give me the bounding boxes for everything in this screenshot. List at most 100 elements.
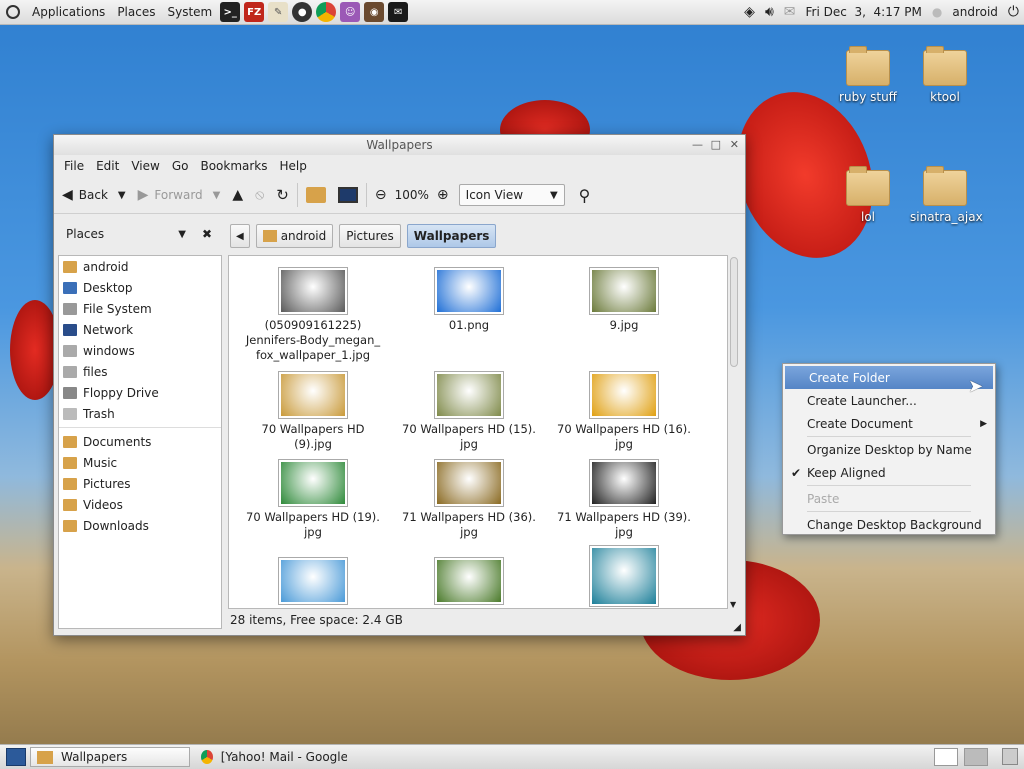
menu-item-create-folder[interactable]: Create Folder	[785, 366, 993, 389]
system-menu[interactable]: System	[161, 5, 218, 19]
file-item[interactable]	[554, 546, 694, 608]
terminal-icon[interactable]: >_	[220, 2, 241, 22]
taskbar-item-chrome[interactable]: [Yahoo! Mail - Google C...	[194, 747, 354, 767]
sidebar-item-documents[interactable]: Documents	[59, 431, 221, 452]
breadcrumb-wallpapers[interactable]: Wallpapers	[406, 224, 497, 248]
sidebar-item-files[interactable]: files	[59, 361, 221, 382]
file-item[interactable]: 70 Wallpapers HD (15). jpg	[399, 372, 539, 452]
sidebar-item-trash[interactable]: Trash	[59, 403, 221, 424]
show-desktop-icon[interactable]	[6, 748, 26, 766]
filezilla-icon[interactable]: FZ	[244, 2, 265, 22]
file-item[interactable]: (050909161225) Jennifers-Body_megan_ fox…	[243, 268, 383, 363]
workspace-2[interactable]	[964, 748, 988, 766]
folder-icon	[846, 166, 890, 206]
file-item[interactable]: 71 Wallpapers HD (36). jpg	[399, 460, 539, 540]
sidebar-item-label: Videos	[83, 497, 123, 512]
file-item[interactable]: 71 Wallpapers HD (39). jpg	[554, 460, 694, 540]
sidebar-item-android[interactable]: android	[59, 256, 221, 277]
zoom-in-icon[interactable]: ⊕	[437, 187, 449, 203]
chevron-down-icon[interactable]: ▼	[178, 229, 186, 240]
close-sidebar-icon[interactable]: ✖	[202, 227, 212, 241]
desktop-folder[interactable]: ruby stuff	[833, 46, 903, 104]
forward-history-chevron-icon[interactable]: ▼	[213, 190, 221, 201]
distro-logo-icon[interactable]	[6, 5, 20, 19]
xchat-icon[interactable]: ✉	[388, 2, 409, 22]
menu-edit[interactable]: Edit	[90, 159, 125, 173]
menu-item-create-launcher[interactable]: Create Launcher...	[783, 389, 995, 412]
desktop-folder[interactable]: ktool	[910, 46, 980, 104]
applications-menu[interactable]: Applications	[26, 5, 111, 19]
file-item[interactable]: 9.jpg	[554, 268, 694, 333]
forward-button[interactable]: ▶ Forward	[138, 187, 203, 203]
sidebar-item-desktop[interactable]: Desktop	[59, 277, 221, 298]
user-name[interactable]: android	[952, 5, 998, 19]
menu-go[interactable]: Go	[166, 159, 195, 173]
breadcrumb-pictures[interactable]: Pictures	[339, 224, 401, 248]
chat-icon[interactable]: ☺	[340, 2, 361, 22]
file-item[interactable]: 70 Wallpapers HD (9).jpg	[243, 372, 383, 452]
zoom-level[interactable]: 100%	[395, 188, 429, 202]
camera-icon[interactable]: ◉	[364, 2, 385, 22]
menu-help[interactable]: Help	[274, 159, 313, 173]
menu-view[interactable]: View	[125, 159, 165, 173]
view-mode-select[interactable]: Icon View ▼	[458, 184, 565, 206]
network-icon[interactable]: ◈	[744, 4, 755, 20]
desktop-folder[interactable]: lol	[833, 166, 903, 224]
places-menu[interactable]: Places	[111, 5, 161, 19]
vertical-scrollbar[interactable]: ▼	[729, 255, 739, 609]
trash-icon[interactable]	[1002, 748, 1018, 765]
reload-icon[interactable]: ↻	[276, 186, 289, 204]
menu-item-change-background[interactable]: Change Desktop Background	[783, 513, 995, 536]
mail-icon[interactable]: ✉	[784, 4, 796, 20]
search-icon[interactable]: ⚲	[579, 186, 591, 205]
scroll-thumb[interactable]	[730, 257, 738, 367]
volume-icon[interactable]: 🔊︎	[765, 4, 774, 20]
sidebar-item-network[interactable]: Network	[59, 319, 221, 340]
menu-file[interactable]: File	[58, 159, 90, 173]
places-title[interactable]: Places	[66, 227, 104, 241]
scroll-down-icon[interactable]: ▼	[730, 600, 736, 609]
menu-item-label: Create Launcher...	[807, 393, 917, 408]
text-editor-icon[interactable]: ✎	[268, 2, 289, 22]
file-item[interactable]: 70 Wallpapers HD (19). jpg	[243, 460, 383, 540]
chrome-icon[interactable]	[316, 2, 337, 22]
file-item[interactable]	[399, 558, 539, 608]
workspace-1[interactable]	[934, 748, 958, 766]
breadcrumb-android[interactable]: android	[255, 224, 334, 248]
back-button[interactable]: ◀ Back	[62, 187, 108, 203]
zoom-out-icon[interactable]: ⊖	[375, 187, 387, 203]
sidebar-item-music[interactable]: Music	[59, 452, 221, 473]
media-player-icon[interactable]: ●	[292, 2, 313, 22]
power-icon[interactable]: ⏻	[1008, 4, 1019, 20]
taskbar-item-wallpapers[interactable]: Wallpapers	[30, 747, 190, 767]
stop-icon[interactable]: ⦸	[255, 187, 264, 203]
computer-icon[interactable]	[337, 187, 358, 203]
minimize-icon[interactable]: —	[692, 135, 703, 155]
close-icon[interactable]: ✕	[730, 135, 739, 155]
sidebar-item-downloads[interactable]: Downloads	[59, 515, 221, 536]
sidebar-item-filesystem[interactable]: File System	[59, 298, 221, 319]
file-item[interactable]: 01.png	[399, 268, 539, 333]
maximize-icon[interactable]: □	[711, 135, 721, 155]
sidebar-item-videos[interactable]: Videos	[59, 494, 221, 515]
window-titlebar[interactable]: Wallpapers — □ ✕	[54, 135, 745, 155]
file-item[interactable]: 70 Wallpapers HD (16). jpg	[554, 372, 694, 452]
up-arrow-icon[interactable]: ▲	[232, 187, 243, 203]
clock[interactable]: Fri Dec 3, 4:17 PM	[806, 5, 922, 19]
back-history-chevron-icon[interactable]: ▼	[118, 190, 126, 201]
file-item[interactable]	[243, 558, 383, 608]
sidebar-item-pictures[interactable]: Pictures	[59, 473, 221, 494]
home-icon[interactable]	[305, 187, 326, 203]
menu-item-organize[interactable]: Organize Desktop by Name	[783, 438, 995, 461]
file-name: 01.png	[448, 318, 490, 332]
sidebar-item-windows[interactable]: windows	[59, 340, 221, 361]
menu-item-keep-aligned[interactable]: ✔ Keep Aligned	[783, 461, 995, 484]
breadcrumb-back-arrow[interactable]: ◀	[230, 224, 250, 248]
menu-item-create-document[interactable]: Create Document ▶	[783, 412, 995, 435]
sidebar-item-floppy[interactable]: Floppy Drive	[59, 382, 221, 403]
desktop-folder[interactable]: sinatra_ajax	[910, 166, 983, 224]
home-folder-icon	[63, 260, 77, 273]
user-status-icon[interactable]: ●	[932, 5, 942, 19]
resize-grip-icon[interactable]: ◢	[733, 622, 741, 633]
menu-bookmarks[interactable]: Bookmarks	[194, 159, 273, 173]
